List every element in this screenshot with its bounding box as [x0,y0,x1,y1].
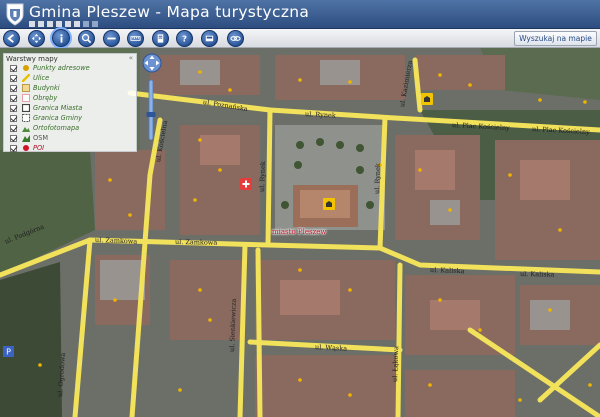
layers-collapse-button[interactable]: « [129,54,133,62]
link-button[interactable] [227,30,244,47]
layer-checkbox[interactable] [10,104,17,112]
layer-checkbox[interactable] [10,64,17,72]
layer-checkbox[interactable] [10,144,17,152]
street-label: ul. Łąkowa [391,345,401,383]
street-label: ul. Kaliska [519,270,555,279]
landmark-poi-icon[interactable] [421,93,433,105]
layer-label: POI [33,144,45,152]
pan-icon [31,33,42,44]
street-label: ul. Zamkowa [94,236,138,246]
help-button[interactable]: ? [176,30,193,47]
layers-panel-title: Warstwy mapy [6,55,58,63]
health-poi-icon[interactable] [240,178,252,190]
street-label: ul. Kaliska [429,266,465,276]
layer-checkbox[interactable] [10,124,17,132]
layer-checkbox[interactable] [10,84,17,92]
app-header: Gmina Pleszew - Mapa turystyczna [0,0,600,29]
svg-text:P: P [6,348,11,357]
layer-row-poi[interactable]: POI [10,143,44,153]
pan-control-icon[interactable] [142,53,162,73]
layer-checkbox-unchecked[interactable] [10,134,17,142]
layer-label: Obręby [33,94,58,102]
layer-label: Granica Gminy [33,114,83,122]
search-map-button[interactable]: Wyszukaj na mapie [514,31,597,46]
print-icon [157,34,164,43]
back-arrow-icon [7,34,14,43]
back-button[interactable] [3,30,20,47]
zoom-in-icon [81,33,92,44]
layer-label: OSM [33,134,49,142]
layer-row-precincts[interactable]: Obręby [10,93,57,103]
street-label: ul. Rynek [258,161,268,193]
layer-label: Ortofotomapa [33,124,80,132]
layer-row-orthophoto[interactable]: Ortofotomapa [10,123,79,133]
osm-icon [21,134,30,142]
zoom-out-icon [107,37,116,40]
layer-label: Granica Miasta [33,104,83,112]
zoom-in-button[interactable] [78,30,95,47]
orthophoto-icon [21,124,30,132]
layer-row-osm[interactable]: OSM [10,133,48,143]
help-icon: ? [182,34,187,44]
street-label: ul. Rynek [373,163,383,195]
building-icon [21,84,30,92]
street-label: ul. Wąska [314,343,348,353]
toolbar: ? Wyszukaj na mapie [0,29,600,48]
layer-row-commune-boundary[interactable]: Granica Gminy [10,113,82,123]
pan-button[interactable] [28,30,45,47]
info-icon [59,33,63,43]
measure-icon [130,36,141,41]
zoom-out-button[interactable] [103,30,120,47]
coat-of-arms-icon [6,3,24,26]
svg-text:?: ? [182,34,187,44]
layers-panel: Warstwy mapy « Punkty adresowe Ulice Bud… [3,53,137,152]
layer-checkbox[interactable] [10,94,17,102]
app-title: Gmina Pleszew - Mapa turystyczna [29,3,310,21]
parking-poi-icon[interactable]: P [3,346,14,357]
info-button[interactable] [52,29,70,47]
layer-label: Punkty adresowe [33,64,90,72]
measure-button[interactable] [127,30,144,47]
layer-row-buildings[interactable]: Budynki [10,83,60,93]
layer-row-streets[interactable]: Ulice [10,73,49,83]
poi-icon [21,144,30,152]
link-icon [230,36,241,41]
landmark-poi-icon[interactable] [323,198,335,210]
street-label: ul. Rynek [304,110,336,120]
layer-label: Ulice [33,74,50,82]
print-button[interactable] [152,30,169,47]
layers-button[interactable] [201,30,218,47]
zoom-slider[interactable] [146,80,156,140]
layer-label: Budynki [33,84,60,92]
title-decoration [29,21,98,27]
layer-row-city-boundary[interactable]: Granica Miasta [10,103,82,113]
layer-row-address-points[interactable]: Punkty adresowe [10,63,90,73]
address-point-icon [21,64,30,72]
street-label: ul. Zamkowa [174,238,218,247]
city-boundary-icon [21,104,30,112]
commune-boundary-icon [21,114,30,122]
precinct-icon [21,94,30,102]
town-label: miasto Pleszew [272,228,327,236]
layer-checkbox[interactable] [10,74,17,82]
street-icon [21,74,30,82]
layer-checkbox[interactable] [10,114,17,122]
layers-icon [205,35,214,42]
